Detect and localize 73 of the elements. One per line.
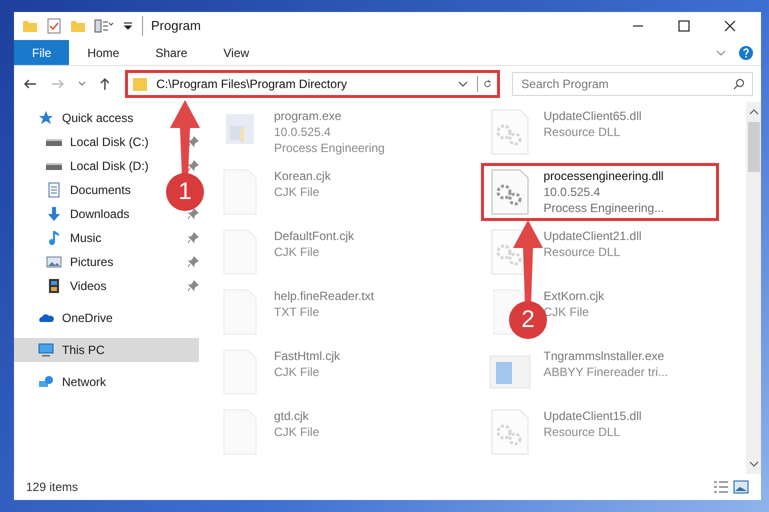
file-name[interactable]: UpdateClient21.dll: [544, 228, 642, 244]
folder-icon: [132, 76, 148, 92]
search-field[interactable]: Search Program: [512, 72, 753, 96]
sidebar-item[interactable]: Quick access: [14, 106, 142, 130]
file-detail: 10.0.525.4: [544, 184, 602, 200]
file-detail: CJK File: [274, 244, 320, 260]
drive-icon: [46, 138, 62, 146]
file-name[interactable]: processengineering.dll: [544, 168, 664, 184]
scrollbar-thumb[interactable]: [748, 122, 760, 172]
file-name[interactable]: help.fineReader.txt: [274, 288, 374, 304]
music-note-icon: [46, 230, 62, 246]
file-detail: CJK File: [274, 364, 320, 380]
file-name[interactable]: DefaultFont.cjk: [274, 228, 354, 244]
address-bar[interactable]: C:\Program Files\Program Directory: [125, 70, 500, 98]
sidebar-item[interactable]: OneDrive: [14, 306, 121, 330]
file-name[interactable]: ExtKorn.cjk: [544, 288, 604, 304]
document-icon: [46, 182, 62, 198]
file-detail: Resource DLL: [544, 124, 622, 140]
ribbon-tab[interactable]: View: [205, 40, 268, 65]
file-name[interactable]: Korean.cjk: [274, 168, 331, 184]
details-view-icon[interactable]: [713, 479, 729, 495]
file-detail: CJK File: [274, 184, 320, 200]
sidebar-item[interactable]: Local Disk (D:): [14, 154, 157, 178]
checklist-icon[interactable]: [46, 18, 62, 34]
pin-icon[interactable]: [187, 256, 199, 268]
pin-icon[interactable]: [187, 280, 199, 292]
sidebar-item[interactable]: Pictures: [14, 250, 122, 274]
address-path: C:\Program Files\Program Directory: [156, 76, 347, 93]
pin-icon[interactable]: [187, 160, 199, 172]
search-icon[interactable]: [733, 78, 745, 90]
file-detail: Resource DLL: [544, 424, 622, 440]
sidebar-item[interactable]: This PC: [14, 338, 199, 362]
large-icons-view-icon[interactable]: [733, 479, 749, 495]
file-detail: Process Engineering...: [544, 200, 664, 216]
sidebar-item[interactable]: Local Disk (C:): [14, 130, 157, 154]
pictures-icon: [46, 254, 62, 270]
item-count: 129 items: [26, 479, 78, 496]
download-arrow-icon: [46, 206, 62, 222]
file-name[interactable]: UpdateClient15.dll: [544, 408, 642, 424]
dropdown-icon[interactable]: [122, 20, 134, 32]
sidebar-item[interactable]: Downloads: [14, 202, 138, 226]
ribbon-tab[interactable]: File: [14, 40, 70, 65]
file-name[interactable]: program.exe: [274, 108, 385, 124]
file-detail: Process Engineering: [274, 140, 385, 156]
file-detail: CJK File: [274, 424, 320, 440]
window-title: Program: [142, 16, 201, 36]
sidebar-item[interactable]: Network: [14, 370, 114, 394]
ribbon-tab[interactable]: Home: [69, 40, 138, 65]
star-icon: [38, 110, 54, 126]
network-icon: [38, 374, 54, 390]
file-name[interactable]: FastHtml.cjk: [274, 348, 340, 364]
pin-icon[interactable]: [187, 232, 199, 244]
file-detail: TXT File: [274, 304, 320, 320]
file-name[interactable]: gtd.cjk: [274, 408, 320, 424]
properties-icon[interactable]: [94, 18, 114, 34]
ribbon-tab[interactable]: Share: [137, 40, 206, 65]
drive-icon: [46, 162, 62, 170]
sidebar-item[interactable]: Documents: [14, 178, 139, 202]
file-name[interactable]: Tngrammslnstaller.exe: [544, 348, 668, 364]
film-icon: [46, 278, 62, 294]
file-name[interactable]: UpdateClient65.dll: [544, 108, 642, 124]
file-detail: 10.0.525.4: [274, 124, 332, 140]
sidebar-item[interactable]: Videos: [14, 274, 114, 298]
help-icon[interactable]: [739, 46, 753, 60]
sidebar-item[interactable]: Music: [14, 226, 110, 250]
monitor-icon: [38, 342, 54, 358]
chevron-down-icon[interactable]: [78, 80, 86, 88]
scrollbar[interactable]: [746, 102, 761, 474]
pin-icon[interactable]: [187, 136, 199, 148]
file-detail: Resource DLL: [544, 244, 622, 260]
file-detail: ABBYY Finereader tri...: [544, 364, 668, 380]
refresh-icon[interactable]: [477, 76, 494, 92]
pin-icon[interactable]: [187, 208, 199, 220]
